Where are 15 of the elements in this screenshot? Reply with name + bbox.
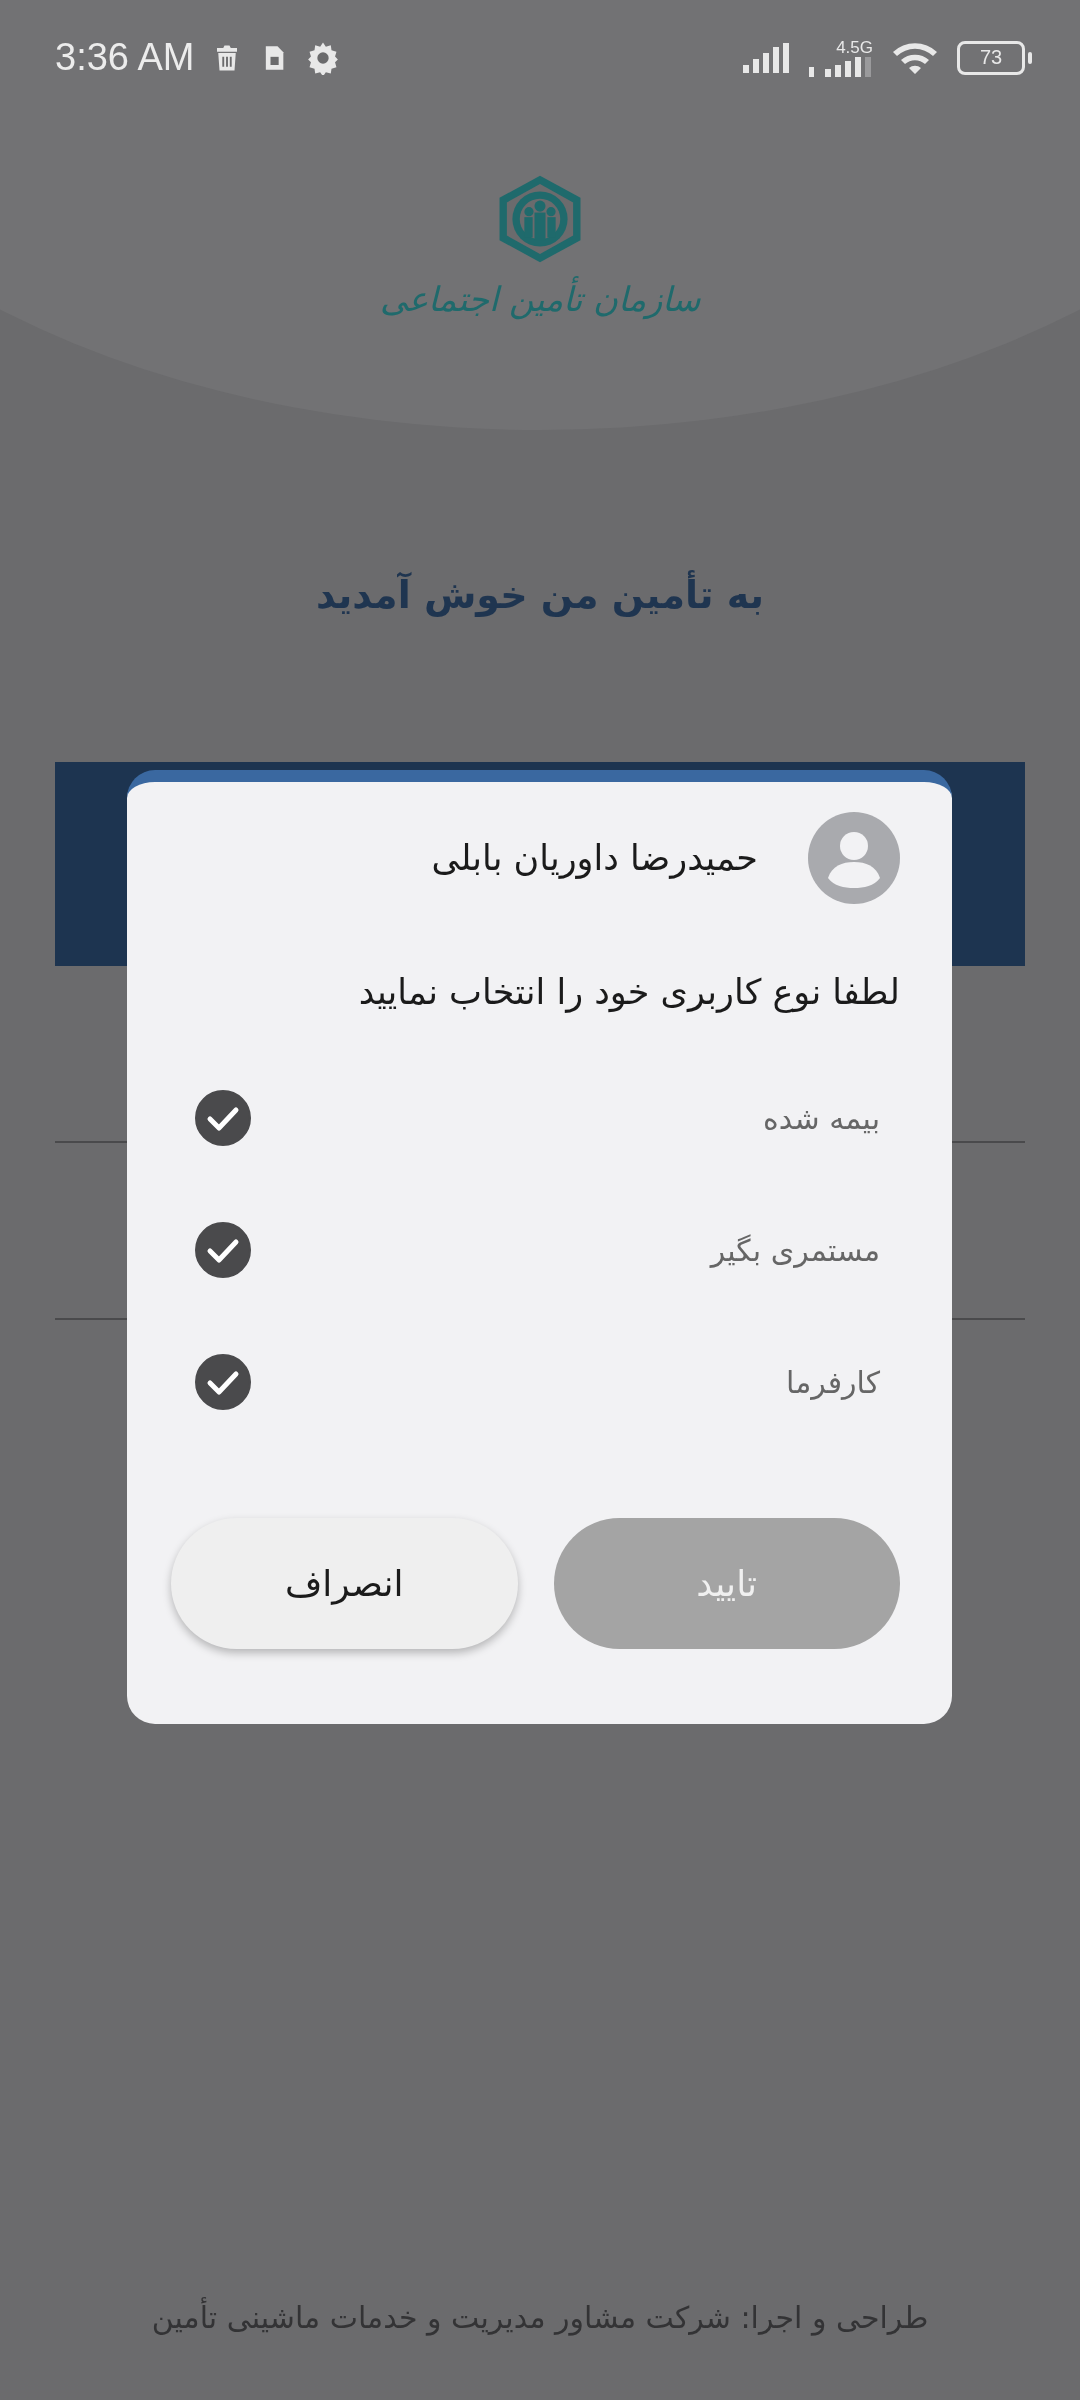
- checkbox[interactable]: [195, 1090, 251, 1146]
- status-time: 3:36 AM: [55, 36, 195, 79]
- cancel-button[interactable]: انصراف: [171, 1518, 518, 1649]
- option-label: بیمه شده: [763, 1100, 880, 1136]
- checkbox[interactable]: [195, 1354, 251, 1410]
- avatar-icon: [808, 812, 900, 904]
- settings-icon: [306, 40, 341, 75]
- option-label: کارفرما: [786, 1364, 880, 1400]
- option-label: مستمری بگیر: [710, 1232, 880, 1268]
- signal-icon: [743, 42, 791, 73]
- dialog-prompt: لطفا نوع کاربری خود را انتخاب نمایید: [357, 972, 900, 1012]
- network-type: 4.5G: [836, 38, 873, 57]
- checkbox[interactable]: [195, 1222, 251, 1278]
- signal-icon: [809, 56, 873, 77]
- user-name: حمیدرضا داوریان بابلی: [431, 838, 758, 878]
